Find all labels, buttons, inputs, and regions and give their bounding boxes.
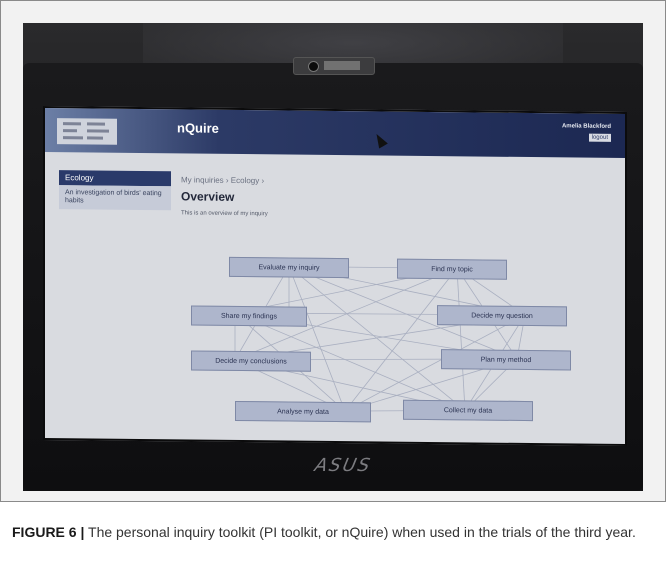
laptop-photo: nQuire Amelia Blackford logout Ecology A… — [23, 23, 643, 491]
node-find-topic[interactable]: Find my topic — [397, 258, 507, 280]
laptop-brand-logo: ASUS — [312, 455, 374, 476]
node-share[interactable]: Share my findings — [191, 305, 307, 327]
webcam-label — [324, 61, 360, 70]
figure-photo-frame: nQuire Amelia Blackford logout Ecology A… — [0, 0, 666, 502]
node-plan-method[interactable]: Plan my method — [441, 349, 571, 371]
laptop-screen: nQuire Amelia Blackford logout Ecology A… — [43, 105, 627, 447]
figure-caption: FIGURE 6 | The personal inquiry toolkit … — [12, 522, 652, 542]
webcam — [293, 57, 375, 75]
webcam-lens-icon — [308, 61, 319, 72]
node-evaluate[interactable]: Evaluate my inquiry — [229, 256, 349, 279]
caption-text: The personal inquiry toolkit (PI toolkit… — [84, 524, 636, 540]
node-collect[interactable]: Collect my data — [403, 399, 533, 422]
node-decide-conclusions[interactable]: Decide my conclusions — [191, 350, 311, 372]
node-analyse[interactable]: Analyse my data — [235, 400, 371, 423]
figure-label: FIGURE 6 | — [12, 524, 85, 540]
node-decide-question[interactable]: Decide my question — [437, 305, 567, 327]
